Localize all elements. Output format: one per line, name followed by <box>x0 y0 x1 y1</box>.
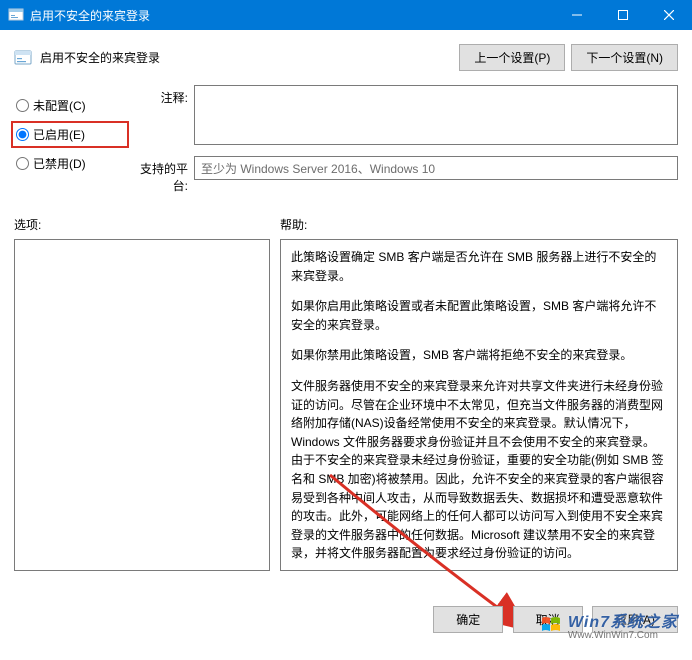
minimize-button[interactable] <box>554 0 600 30</box>
options-pane <box>14 239 270 571</box>
supported-platforms: 至少为 Windows Server 2016、Windows 10 <box>194 156 678 180</box>
header-row: 启用不安全的来宾登录 上一个设置(P) 下一个设置(N) <box>0 30 692 81</box>
help-paragraph: 此策略设置确定 SMB 客户端是否允许在 SMB 服务器上进行不安全的来宾登录。 <box>291 248 667 285</box>
radio-disabled-label: 已禁用(D) <box>33 155 86 172</box>
policy-title: 启用不安全的来宾登录 <box>40 49 160 66</box>
help-pane: 此策略设置确定 SMB 客户端是否允许在 SMB 服务器上进行不安全的来宾登录。… <box>280 239 678 571</box>
app-icon <box>8 7 24 23</box>
radio-not-configured-label: 未配置(C) <box>33 97 86 114</box>
window-title: 启用不安全的来宾登录 <box>30 7 554 24</box>
ok-button[interactable]: 确定 <box>433 606 503 633</box>
help-paragraph: 如果你启用此策略设置或者未配置此策略设置，SMB 客户端将允许不安全的来宾登录。 <box>291 297 667 334</box>
apply-button[interactable]: 应用(A) <box>592 606 678 633</box>
title-bar: 启用不安全的来宾登录 <box>0 0 692 30</box>
comment-label: 注释: <box>126 85 194 106</box>
supported-label: 支持的平台: <box>126 156 194 194</box>
comment-textarea[interactable] <box>194 85 678 145</box>
radio-disabled-input[interactable] <box>16 157 29 170</box>
next-setting-button[interactable]: 下一个设置(N) <box>571 44 678 71</box>
radio-not-configured-input[interactable] <box>16 99 29 112</box>
cancel-button[interactable]: 取消 <box>513 606 583 633</box>
maximize-button[interactable] <box>600 0 646 30</box>
policy-icon <box>14 49 32 67</box>
help-paragraph: 文件服务器使用不安全的来宾登录来允许对共享文件夹进行未经身份验证的访问。尽管在企… <box>291 377 667 563</box>
options-label: 选项: <box>14 216 280 233</box>
radio-enabled-label: 已启用(E) <box>33 126 85 143</box>
help-paragraph: 如果你禁用此策略设置，SMB 客户端将拒绝不安全的来宾登录。 <box>291 346 667 365</box>
radio-not-configured[interactable]: 未配置(C) <box>14 95 126 116</box>
help-label: 帮助: <box>280 216 307 233</box>
previous-setting-button[interactable]: 上一个设置(P) <box>459 44 565 71</box>
dialog-button-bar: 确定 取消 应用(A) <box>427 606 678 633</box>
radio-disabled[interactable]: 已禁用(D) <box>14 153 126 174</box>
close-button[interactable] <box>646 0 692 30</box>
client-area: 启用不安全的来宾登录 上一个设置(P) 下一个设置(N) 未配置(C) 已启用(… <box>0 30 692 643</box>
state-radio-group: 未配置(C) 已启用(E) 已禁用(D) <box>14 81 126 194</box>
radio-enabled[interactable]: 已启用(E) <box>14 124 126 145</box>
radio-enabled-input[interactable] <box>16 128 29 141</box>
